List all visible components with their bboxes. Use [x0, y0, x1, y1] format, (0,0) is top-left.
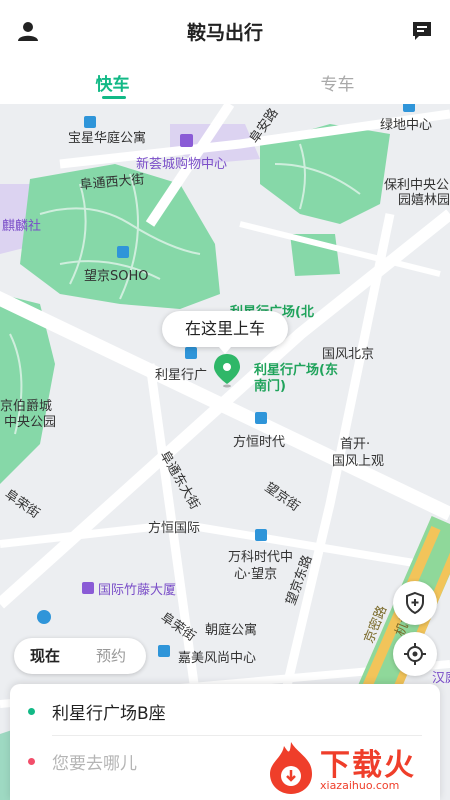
page-title: 鞍马出行 [186, 22, 263, 44]
watermark-text: 下载火 [320, 748, 416, 783]
crosshair-icon [404, 643, 426, 665]
map-label: 嘉美风尚中心 [178, 651, 256, 666]
map-label: 汉庭 [432, 670, 450, 686]
map-label: 绿地中心 [380, 118, 432, 133]
map-label: 万科时代中 [228, 550, 293, 565]
map-label: 望京SOHO [84, 268, 149, 284]
map-label: 首开· [340, 437, 370, 452]
pickup-location: 利星行广场B座 [52, 704, 166, 724]
map-label: 新荟城购物中心 [136, 156, 227, 172]
map-label: 朝庭公寓 [205, 622, 257, 638]
flame-logo-icon [270, 742, 312, 794]
shield-icon [406, 591, 424, 615]
destination-input[interactable]: 您要去哪儿 [52, 749, 137, 774]
pickup-row[interactable]: 利星行广场B座 [10, 686, 440, 736]
tab-premium[interactable]: 专车 [225, 70, 450, 95]
map-label: 利星行广 [155, 368, 207, 383]
map-label: 中央公园 [4, 415, 56, 430]
map-label: 保利中央公 [384, 178, 449, 193]
map-label: 宝星华庭公寓 [68, 130, 146, 146]
map-label: 京伯爵城 [0, 399, 52, 414]
map-label: 方恒国际 [148, 520, 200, 536]
pickup-here-bubble[interactable]: 在这里上车 [162, 311, 288, 354]
destination-dot-icon [28, 758, 35, 765]
watermark-url: xiazaihuo.com [320, 779, 400, 792]
time-reserve-option[interactable]: 预约 [80, 638, 142, 674]
map-label: 园嬉林园 [398, 193, 450, 208]
pickup-dot-icon [28, 708, 35, 715]
tab-underline [102, 96, 126, 99]
map-label: 国风上观 [332, 454, 384, 469]
map-label: 南门) [254, 378, 286, 394]
service-tabs: 快车 专车 [0, 62, 450, 104]
map-label: 心·望京 [234, 566, 277, 582]
time-selector: 现在 预约 [14, 638, 146, 674]
map-label: 麒麟社 [2, 218, 41, 234]
map-label: 利星行广场(东 [254, 362, 338, 378]
message-icon[interactable] [410, 19, 434, 43]
tab-express[interactable]: 快车 [0, 70, 225, 95]
time-now-option[interactable]: 现在 [14, 638, 76, 674]
watermark: 下载火 xiazaihuo.com [262, 738, 448, 798]
top-bar: 鞍马出行 [0, 0, 450, 62]
safety-shield-button[interactable] [393, 581, 437, 625]
locate-button[interactable] [393, 632, 437, 676]
map-label: 方恒时代 [233, 434, 285, 450]
map-label: 国际竹藤大厦 [98, 583, 176, 598]
map-label: 国风北京 [322, 347, 374, 362]
